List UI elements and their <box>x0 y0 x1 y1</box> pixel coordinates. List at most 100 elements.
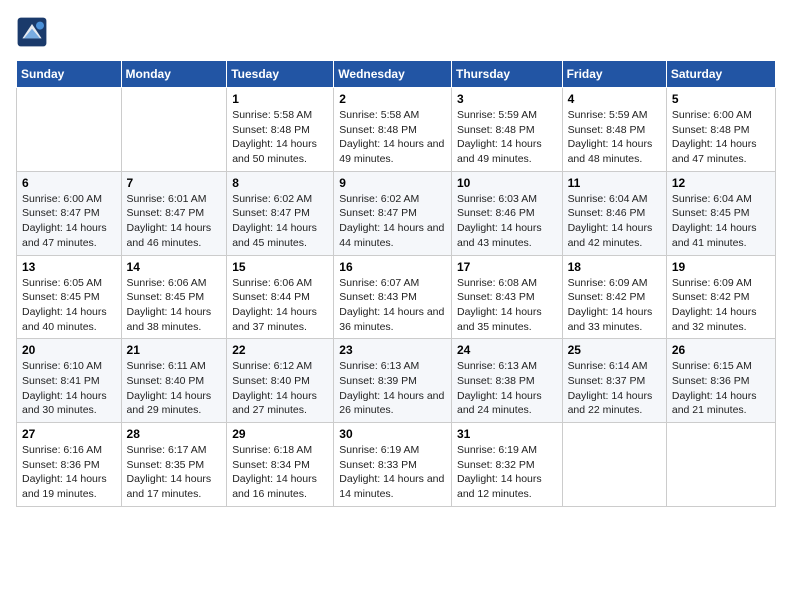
day-info: Sunrise: 6:11 AMSunset: 8:40 PMDaylight:… <box>127 359 222 418</box>
day-info: Sunrise: 6:01 AMSunset: 8:47 PMDaylight:… <box>127 192 222 251</box>
day-info: Sunrise: 6:07 AMSunset: 8:43 PMDaylight:… <box>339 276 446 335</box>
day-info: Sunrise: 5:58 AMSunset: 8:48 PMDaylight:… <box>339 108 446 167</box>
day-info: Sunrise: 6:14 AMSunset: 8:37 PMDaylight:… <box>568 359 661 418</box>
calendar-week-row: 20 Sunrise: 6:10 AMSunset: 8:41 PMDayligh… <box>17 339 776 423</box>
day-number: 20 <box>22 343 116 357</box>
calendar-cell <box>121 88 227 172</box>
weekday-header: Tuesday <box>227 61 334 88</box>
day-number: 23 <box>339 343 446 357</box>
day-info: Sunrise: 6:02 AMSunset: 8:47 PMDaylight:… <box>339 192 446 251</box>
day-number: 25 <box>568 343 661 357</box>
calendar-cell: 11Sunrise: 6:04 AMSunset: 8:46 PMDayligh… <box>562 171 666 255</box>
day-number: 7 <box>127 176 222 190</box>
logo-icon <box>16 16 48 48</box>
calendar-table: SundayMondayTuesdayWednesdayThursdayFrid… <box>16 60 776 507</box>
calendar-cell: 19 Sunrise: 6:09 AMSunset: 8:42 PMDayligh… <box>666 255 775 339</box>
calendar-cell: 13Sunrise: 6:05 AMSunset: 8:45 PMDayligh… <box>17 255 122 339</box>
calendar-cell: 8 Sunrise: 6:02 AMSunset: 8:47 PMDaylight… <box>227 171 334 255</box>
day-number: 30 <box>339 427 446 441</box>
calendar-header: SundayMondayTuesdayWednesdayThursdayFrid… <box>17 61 776 88</box>
calendar-week-row: 1 Sunrise: 5:58 AMSunset: 8:48 PMDaylight… <box>17 88 776 172</box>
calendar-cell: 4Sunrise: 5:59 AMSunset: 8:48 PMDaylight… <box>562 88 666 172</box>
day-number: 13 <box>22 260 116 274</box>
day-number: 24 <box>457 343 557 357</box>
day-info: Sunrise: 6:16 AMSunset: 8:36 PMDaylight:… <box>22 443 116 502</box>
header <box>16 16 776 48</box>
calendar-cell: 17 Sunrise: 6:08 AMSunset: 8:43 PMDayligh… <box>451 255 562 339</box>
day-number: 6 <box>22 176 116 190</box>
calendar-cell: 29 Sunrise: 6:18 AMSunset: 8:34 PMDayligh… <box>227 423 334 507</box>
calendar-cell: 1Sunrise: 5:58 AMSunset: 8:48 PMDaylight… <box>227 88 334 172</box>
calendar-cell: 18 Sunrise: 6:09 AMSunset: 8:42 PMDayligh… <box>562 255 666 339</box>
calendar-cell: 21Sunrise: 6:11 AMSunset: 8:40 PMDayligh… <box>121 339 227 423</box>
day-info: Sunrise: 6:06 AMSunset: 8:45 PMDaylight:… <box>127 276 222 335</box>
day-info: Sunrise: 6:02 AMSunset: 8:47 PMDaylight:… <box>232 192 328 251</box>
calendar-cell <box>666 423 775 507</box>
day-info: Sunrise: 6:18 AMSunset: 8:34 PMDaylight:… <box>232 443 328 502</box>
calendar-week-row: 13Sunrise: 6:05 AMSunset: 8:45 PMDayligh… <box>17 255 776 339</box>
day-info: Sunrise: 5:59 AMSunset: 8:48 PMDaylight:… <box>457 108 557 167</box>
calendar-cell: 25 Sunrise: 6:14 AMSunset: 8:37 PMDayligh… <box>562 339 666 423</box>
day-info: Sunrise: 6:00 AMSunset: 8:48 PMDaylight:… <box>672 108 770 167</box>
day-info: Sunrise: 6:03 AMSunset: 8:46 PMDaylight:… <box>457 192 557 251</box>
day-info: Sunrise: 6:15 AMSunset: 8:36 PMDaylight:… <box>672 359 770 418</box>
calendar-cell: 3 Sunrise: 5:59 AMSunset: 8:48 PMDaylight… <box>451 88 562 172</box>
calendar-cell: 22 Sunrise: 6:12 AMSunset: 8:40 PMDayligh… <box>227 339 334 423</box>
day-number: 14 <box>127 260 222 274</box>
day-info: Sunrise: 6:17 AMSunset: 8:35 PMDaylight:… <box>127 443 222 502</box>
day-info: Sunrise: 6:12 AMSunset: 8:40 PMDaylight:… <box>232 359 328 418</box>
weekday-header: Sunday <box>17 61 122 88</box>
calendar-cell: 9 Sunrise: 6:02 AMSunset: 8:47 PMDaylight… <box>334 171 452 255</box>
day-info: Sunrise: 6:09 AMSunset: 8:42 PMDaylight:… <box>672 276 770 335</box>
calendar-cell: 26Sunrise: 6:15 AMSunset: 8:36 PMDayligh… <box>666 339 775 423</box>
day-number: 8 <box>232 176 328 190</box>
calendar-cell: 23 Sunrise: 6:13 AMSunset: 8:39 PMDayligh… <box>334 339 452 423</box>
weekday-header: Friday <box>562 61 666 88</box>
calendar-cell <box>17 88 122 172</box>
day-number: 1 <box>232 92 328 106</box>
calendar-cell: 12 Sunrise: 6:04 AMSunset: 8:45 PMDayligh… <box>666 171 775 255</box>
day-info: Sunrise: 5:59 AMSunset: 8:48 PMDaylight:… <box>568 108 661 167</box>
day-info: Sunrise: 6:19 AMSunset: 8:32 PMDaylight:… <box>457 443 557 502</box>
day-number: 18 <box>568 260 661 274</box>
day-info: Sunrise: 6:04 AMSunset: 8:45 PMDaylight:… <box>672 192 770 251</box>
calendar-week-row: 27 Sunrise: 6:16 AMSunset: 8:36 PMDayligh… <box>17 423 776 507</box>
day-info: Sunrise: 6:13 AMSunset: 8:39 PMDaylight:… <box>339 359 446 418</box>
logo <box>16 16 52 48</box>
calendar-cell: 16Sunrise: 6:07 AMSunset: 8:43 PMDayligh… <box>334 255 452 339</box>
day-info: Sunrise: 6:00 AMSunset: 8:47 PMDaylight:… <box>22 192 116 251</box>
day-number: 9 <box>339 176 446 190</box>
weekday-header: Saturday <box>666 61 775 88</box>
day-number: 12 <box>672 176 770 190</box>
day-number: 19 <box>672 260 770 274</box>
calendar-cell: 30 Sunrise: 6:19 AMSunset: 8:33 PMDayligh… <box>334 423 452 507</box>
day-info: Sunrise: 6:19 AMSunset: 8:33 PMDaylight:… <box>339 443 446 502</box>
day-number: 17 <box>457 260 557 274</box>
day-number: 15 <box>232 260 328 274</box>
day-info: Sunrise: 6:13 AMSunset: 8:38 PMDaylight:… <box>457 359 557 418</box>
day-info: Sunrise: 6:10 AMSunset: 8:41 PMDaylight:… <box>22 359 116 418</box>
weekday-header: Thursday <box>451 61 562 88</box>
calendar-cell: 27 Sunrise: 6:16 AMSunset: 8:36 PMDayligh… <box>17 423 122 507</box>
day-number: 11 <box>568 176 661 190</box>
day-number: 27 <box>22 427 116 441</box>
calendar-cell: 31Sunrise: 6:19 AMSunset: 8:32 PMDayligh… <box>451 423 562 507</box>
day-info: Sunrise: 6:09 AMSunset: 8:42 PMDaylight:… <box>568 276 661 335</box>
day-info: Sunrise: 6:08 AMSunset: 8:43 PMDaylight:… <box>457 276 557 335</box>
weekday-header: Wednesday <box>334 61 452 88</box>
day-number: 3 <box>457 92 557 106</box>
calendar-cell: 5 Sunrise: 6:00 AMSunset: 8:48 PMDaylight… <box>666 88 775 172</box>
day-number: 29 <box>232 427 328 441</box>
calendar-cell <box>562 423 666 507</box>
calendar-cell: 28Sunrise: 6:17 AMSunset: 8:35 PMDayligh… <box>121 423 227 507</box>
day-number: 10 <box>457 176 557 190</box>
day-info: Sunrise: 6:06 AMSunset: 8:44 PMDaylight:… <box>232 276 328 335</box>
calendar-cell: 6 Sunrise: 6:00 AMSunset: 8:47 PMDaylight… <box>17 171 122 255</box>
weekday-header: Monday <box>121 61 227 88</box>
calendar-cell: 20 Sunrise: 6:10 AMSunset: 8:41 PMDayligh… <box>17 339 122 423</box>
day-number: 22 <box>232 343 328 357</box>
day-number: 5 <box>672 92 770 106</box>
calendar-cell: 14 Sunrise: 6:06 AMSunset: 8:45 PMDayligh… <box>121 255 227 339</box>
calendar-cell: 24 Sunrise: 6:13 AMSunset: 8:38 PMDayligh… <box>451 339 562 423</box>
calendar-cell: 7 Sunrise: 6:01 AMSunset: 8:47 PMDaylight… <box>121 171 227 255</box>
